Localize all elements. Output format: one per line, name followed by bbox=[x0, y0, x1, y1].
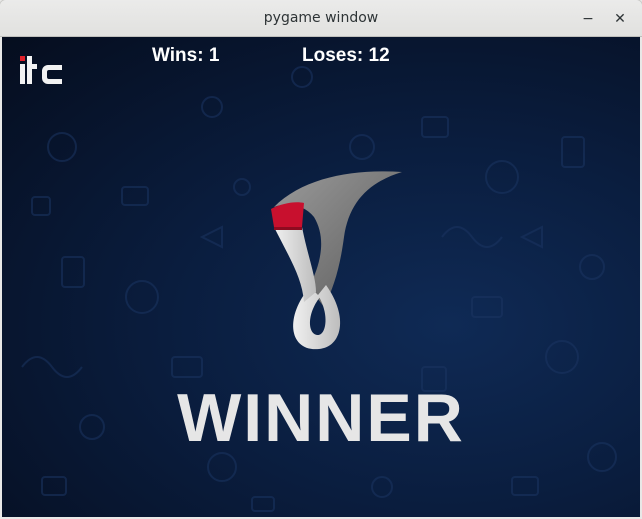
game-canvas[interactable]: Wins: 1 Loses: 12 WINNER bbox=[2, 37, 640, 517]
close-icon: ✕ bbox=[614, 11, 626, 27]
result-banner: WINNER bbox=[177, 380, 465, 456]
trophy-emblem-icon bbox=[271, 171, 402, 350]
window-title: pygame window bbox=[263, 10, 379, 26]
title-bar[interactable]: pygame window − ✕ bbox=[0, 0, 642, 37]
wins-counter: Wins: 1 bbox=[152, 45, 220, 66]
minimize-button[interactable]: − bbox=[578, 9, 598, 29]
app-window: pygame window − ✕ Wins: 1 Loses: 12 WINN… bbox=[0, 0, 642, 519]
itc-logo-icon bbox=[20, 56, 62, 84]
minimize-icon: − bbox=[582, 11, 594, 27]
close-button[interactable]: ✕ bbox=[610, 9, 630, 29]
loses-counter: Loses: 12 bbox=[302, 45, 390, 66]
